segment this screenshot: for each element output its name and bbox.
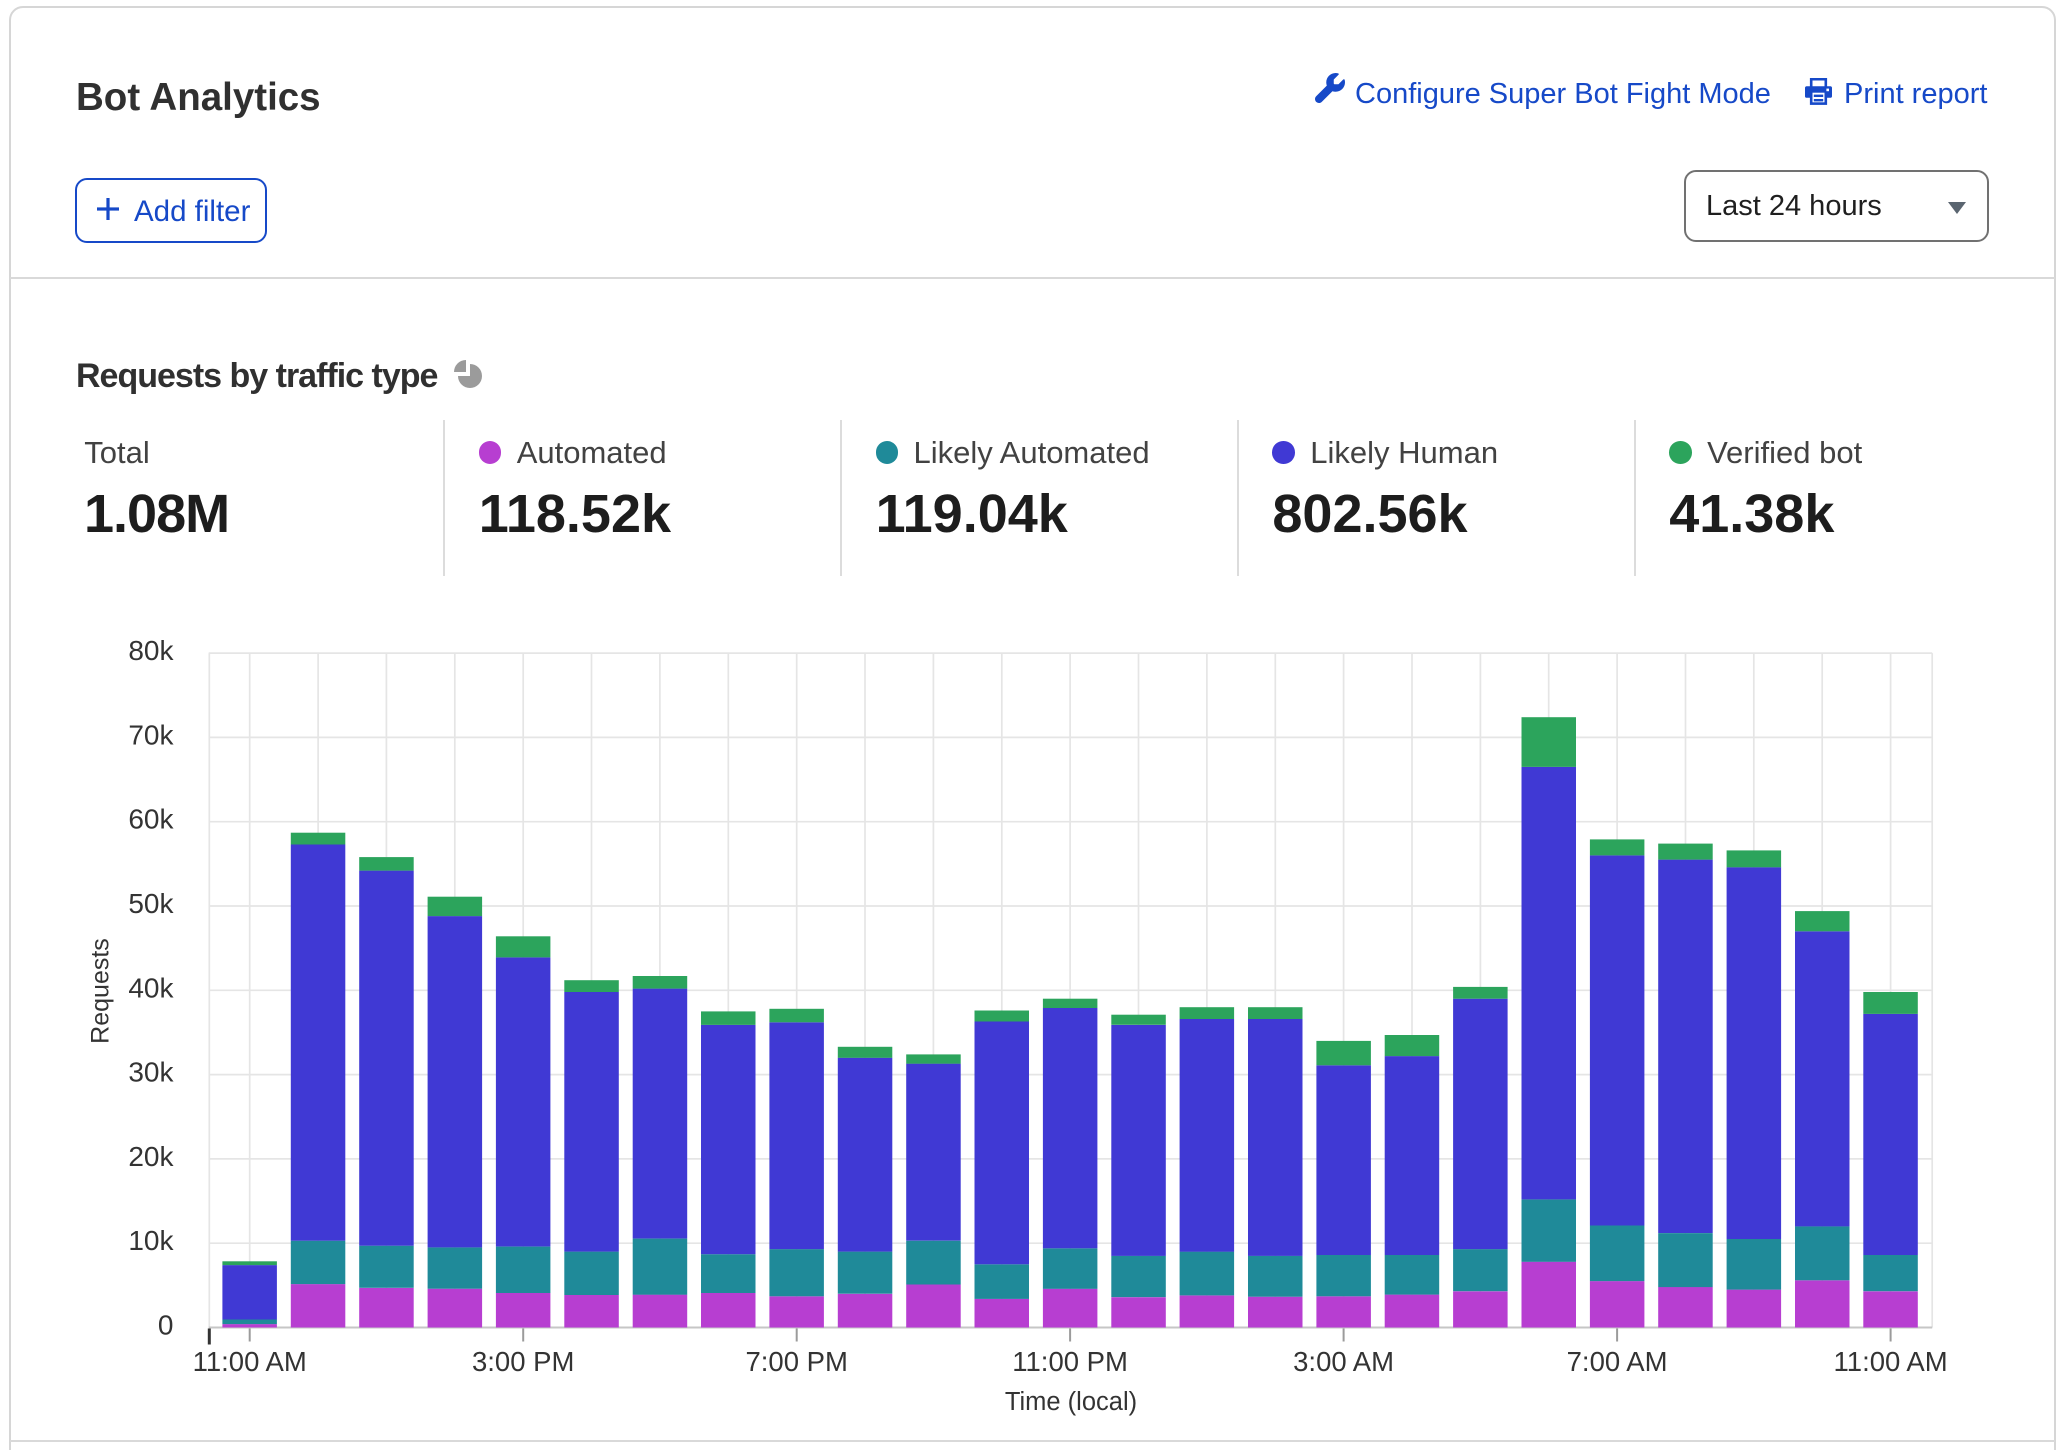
svg-text:Time (local): Time (local) bbox=[1005, 1388, 1137, 1416]
svg-text:20k: 20k bbox=[128, 1141, 174, 1172]
svg-text:30k: 30k bbox=[128, 1057, 174, 1088]
svg-text:80k: 80k bbox=[128, 635, 174, 666]
svg-text:40k: 40k bbox=[128, 972, 174, 1003]
svg-text:60k: 60k bbox=[128, 804, 174, 835]
svg-text:50k: 50k bbox=[128, 888, 174, 919]
svg-text:11:00 PM: 11:00 PM bbox=[1012, 1346, 1128, 1377]
svg-text:Requests: Requests bbox=[87, 938, 115, 1044]
svg-text:3:00 PM: 3:00 PM bbox=[472, 1346, 574, 1377]
svg-text:7:00 PM: 7:00 PM bbox=[745, 1346, 847, 1377]
svg-text:11:00 AM: 11:00 AM bbox=[1834, 1346, 1948, 1377]
svg-text:0: 0 bbox=[158, 1310, 174, 1341]
svg-text:7:00 AM: 7:00 AM bbox=[1567, 1346, 1668, 1377]
svg-text:11:00 AM: 11:00 AM bbox=[193, 1346, 307, 1377]
svg-text:3:00 AM: 3:00 AM bbox=[1293, 1346, 1394, 1377]
svg-text:10k: 10k bbox=[128, 1225, 174, 1256]
svg-text:70k: 70k bbox=[128, 719, 174, 750]
